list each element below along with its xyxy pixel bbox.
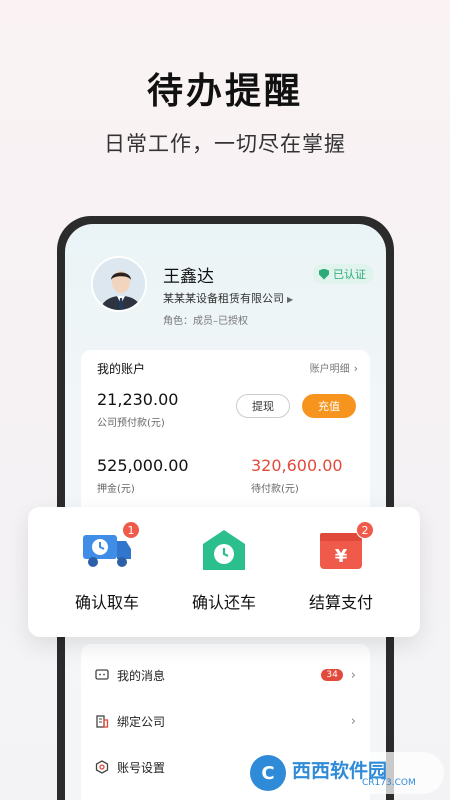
account-detail-link[interactable]: 账户明细 › — [310, 360, 358, 375]
settle-payment-button[interactable]: ¥ 2 结算支付 — [286, 521, 396, 619]
menu-item-label: 我的消息 — [117, 668, 166, 683]
company-name: 某某某设备租赁有限公司 — [163, 292, 284, 305]
action-label: 确认取车 — [74, 593, 139, 612]
caret-right-icon: ▶ — [287, 295, 294, 304]
avatar[interactable] — [91, 256, 147, 312]
building-icon — [95, 714, 109, 728]
menu-item-bind-company[interactable]: 绑定公司 › — [81, 698, 370, 744]
chevron-right-icon: › — [350, 667, 356, 683]
pending-label: 待付款(元) — [251, 484, 299, 495]
confirm-return-button[interactable]: 确认还车 — [169, 529, 279, 619]
withdraw-button[interactable]: 提现 — [236, 394, 290, 418]
pending-amount: 320,600.00 — [251, 456, 343, 475]
promo-title: 待办提醒 — [146, 71, 303, 112]
todo-actions-card: 1 确认取车 确认还车 ¥ 2 结算支付 — [28, 507, 420, 637]
recharge-button[interactable]: 充值 — [302, 394, 356, 418]
confirm-pickup-button[interactable]: 1 确认取车 — [52, 521, 162, 619]
prepay-amount: 21,230.00 — [97, 390, 179, 409]
account-detail-label: 账户明细 — [309, 364, 350, 375]
deposit-amount: 525,000.00 — [97, 456, 189, 475]
menu-item-label: 绑定公司 — [117, 714, 166, 729]
company-link[interactable]: 某某某设备租赁有限公司 ▶ — [163, 290, 293, 306]
settings-icon — [95, 760, 109, 774]
account-card: 我的账户 账户明细 › 21,230.00 公司预付款(元) 提现 充值 525,… — [81, 350, 370, 520]
verified-label: 已认证 — [333, 268, 366, 281]
message-icon — [95, 668, 109, 682]
menu-item-messages[interactable]: 我的消息 34 › — [81, 652, 370, 698]
action-label: 结算支付 — [308, 593, 373, 612]
payment-count-badge: 2 — [356, 521, 374, 539]
watermark-url: CR173.COM — [362, 778, 416, 788]
shield-icon — [319, 268, 329, 280]
message-count-badge: 34 — [321, 669, 343, 681]
avatar-image — [93, 258, 145, 310]
user-role: 角色：成员–已授权 — [163, 316, 248, 327]
promo-subtitle: 日常工作，一切尽在掌握 — [104, 132, 346, 156]
prepay-label: 公司预付款(元) — [97, 418, 165, 429]
account-title: 我的账户 — [97, 362, 146, 376]
watermark-logo-icon: C — [250, 755, 286, 791]
action-label: 确认还车 — [191, 593, 256, 612]
chevron-right-icon: › — [353, 362, 358, 375]
watermark: C 西西软件园 CR173.COM — [244, 752, 444, 794]
deposit-label: 押金(元) — [97, 484, 135, 495]
pickup-count-badge: 1 — [122, 521, 140, 539]
house-clock-icon — [203, 530, 245, 570]
chevron-right-icon: › — [350, 713, 356, 729]
svg-text:¥: ¥ — [335, 546, 348, 567]
user-name: 王鑫达 — [163, 267, 214, 287]
verified-badge: 已认证 — [313, 264, 374, 284]
